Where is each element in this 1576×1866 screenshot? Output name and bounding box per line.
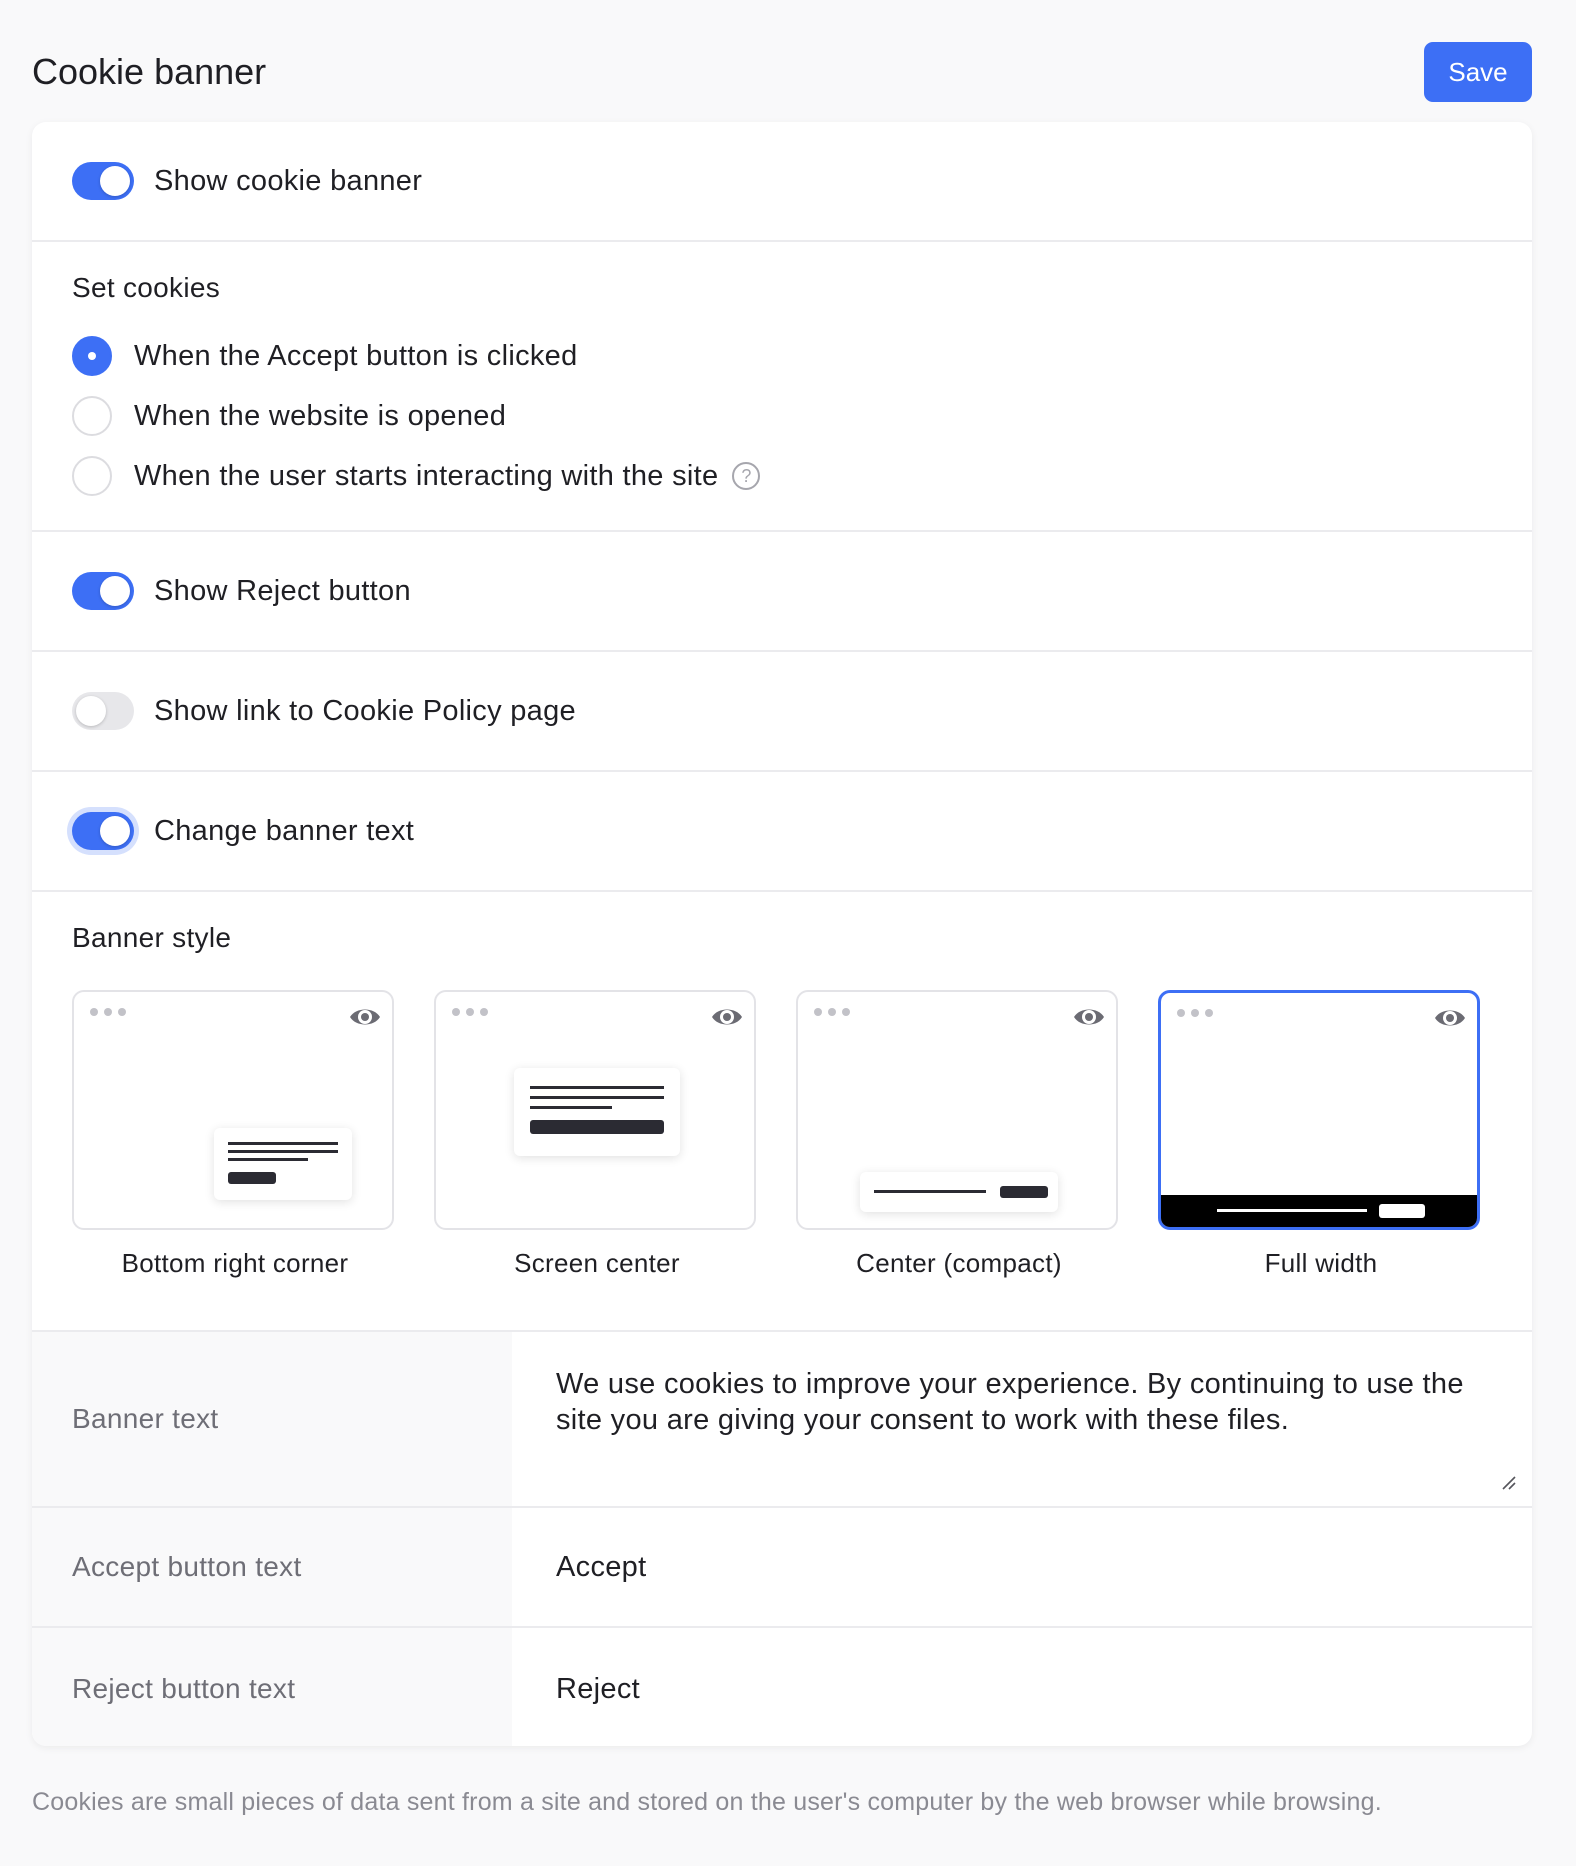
style-option-bottom-right[interactable]: Bottom right corner [72, 990, 398, 1279]
change-text-row: Change banner text [32, 772, 1532, 892]
reject-text-label: Reject button text [32, 1628, 512, 1746]
set-cookies-section: Set cookies When the Accept button is cl… [32, 242, 1532, 532]
resize-handle-icon[interactable] [1500, 1474, 1516, 1490]
window-dots [90, 1008, 126, 1016]
toggle-knob [100, 816, 130, 846]
banner-text-row: Banner text We use cookies to improve yo… [32, 1332, 1532, 1508]
reject-text-input[interactable]: Reject [512, 1628, 1532, 1746]
style-label: Full width [1264, 1248, 1378, 1278]
question-circle-icon[interactable]: ? [732, 462, 761, 490]
mini-banner [214, 1128, 352, 1200]
set-cookies-radio-group: When the Accept button is clicked When t… [72, 326, 1532, 506]
accept-text-row: Accept button text Accept [32, 1508, 1532, 1628]
show-reject-label: Show Reject button [154, 574, 411, 607]
banner-style-section: Banner style Bottom right corner Screen … [32, 892, 1532, 1332]
accept-text-input[interactable]: Accept [512, 1508, 1532, 1626]
settings-card: Show cookie banner Set cookies When the … [32, 122, 1532, 1746]
show-banner-row: Show cookie banner [32, 122, 1532, 242]
show-banner-toggle[interactable] [72, 162, 134, 200]
eye-icon[interactable] [1433, 1005, 1467, 1031]
style-preview[interactable] [434, 990, 756, 1230]
reject-text-row: Reject button text Reject [32, 1628, 1532, 1746]
show-banner-label: Show cookie banner [154, 164, 423, 197]
change-text-toggle[interactable] [72, 812, 134, 850]
eye-icon[interactable] [348, 1004, 382, 1030]
footer-note: Cookies are small pieces of data sent fr… [32, 1788, 1382, 1816]
banner-text-value: We use cookies to improve your experienc… [556, 1368, 1464, 1436]
change-text-label: Change banner text [154, 814, 415, 847]
toggle-knob [76, 696, 106, 726]
radio-option-website-opened[interactable]: When the website is opened [72, 386, 1532, 446]
accept-text-label: Accept button text [32, 1508, 512, 1626]
show-policy-link-label: Show link to Cookie Policy page [154, 694, 576, 727]
show-policy-link-toggle[interactable] [72, 692, 134, 730]
banner-style-options: Bottom right corner Screen center Center… [72, 990, 1532, 1279]
page-title: Cookie banner [32, 51, 267, 92]
save-button[interactable]: Save [1424, 42, 1532, 102]
style-option-center-compact[interactable]: Center (compact) [796, 990, 1122, 1279]
show-policy-link-row: Show link to Cookie Policy page [32, 652, 1532, 772]
style-label: Center (compact) [856, 1248, 1062, 1278]
radio-label: When the user starts interacting with th… [134, 459, 719, 492]
style-preview[interactable] [796, 990, 1118, 1230]
page-header: Cookie banner Save [32, 40, 1532, 104]
radio-label: When the Accept button is clicked [134, 339, 578, 372]
style-option-screen-center[interactable]: Screen center [434, 990, 760, 1279]
style-label: Bottom right corner [121, 1248, 349, 1278]
set-cookies-title: Set cookies [72, 272, 221, 303]
mini-banner [860, 1172, 1058, 1212]
banner-text-label: Banner text [32, 1332, 512, 1506]
window-dots [452, 1008, 488, 1016]
mini-banner [1161, 1195, 1477, 1227]
window-dots [1177, 1009, 1213, 1017]
eye-icon[interactable] [1072, 1004, 1106, 1030]
eye-icon[interactable] [710, 1004, 744, 1030]
radio-option-accept-clicked[interactable]: When the Accept button is clicked [72, 326, 1532, 386]
show-reject-row: Show Reject button [32, 532, 1532, 652]
radio-button[interactable] [72, 396, 112, 436]
toggle-knob [100, 166, 130, 196]
mini-banner [514, 1068, 680, 1156]
window-dots [814, 1008, 850, 1016]
radio-label: When the website is opened [134, 399, 507, 432]
radio-option-user-interacting[interactable]: When the user starts interacting with th… [72, 446, 1532, 506]
banner-text-textarea[interactable]: We use cookies to improve your experienc… [512, 1332, 1532, 1506]
banner-style-title: Banner style [72, 922, 232, 953]
radio-button[interactable] [72, 456, 112, 496]
style-label: Screen center [514, 1248, 680, 1278]
style-option-full-width[interactable]: Full width [1158, 990, 1484, 1279]
radio-button[interactable] [72, 336, 112, 376]
style-preview[interactable] [1158, 990, 1480, 1230]
style-preview[interactable] [72, 990, 394, 1230]
toggle-knob [100, 576, 130, 606]
show-reject-toggle[interactable] [72, 572, 134, 610]
